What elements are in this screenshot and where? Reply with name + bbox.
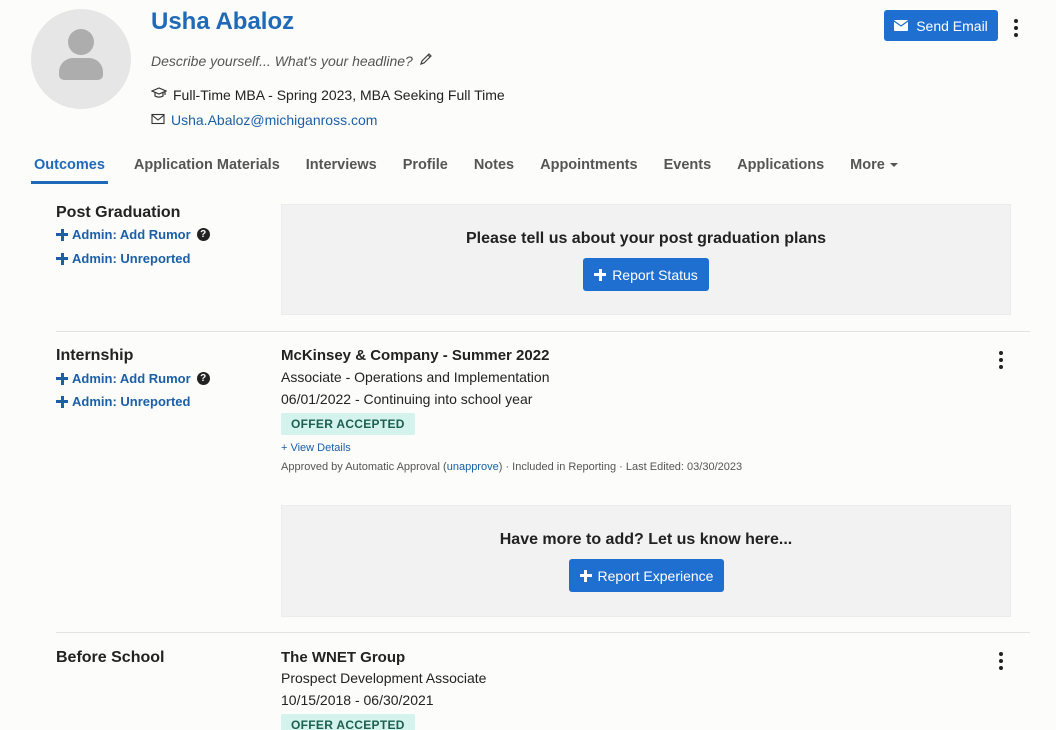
experience-role: Associate - Operations and Implementatio… — [281, 369, 550, 385]
status-badge: OFFER ACCEPTED — [281, 413, 415, 435]
section-divider — [56, 331, 1030, 332]
experience-dates: 06/01/2022 - Continuing into school year — [281, 391, 533, 407]
plus-icon — [56, 372, 68, 385]
headline-placeholder: Describe yourself... What's your headlin… — [151, 52, 413, 69]
tab-appointments[interactable]: Appointments — [540, 148, 637, 184]
post-graduation-prompt: Please tell us about your post graduatio… — [465, 230, 827, 247]
email-link[interactable]: Usha.Abaloz@michiganross.com — [171, 112, 377, 128]
more-experience-prompt-box: Have more to add? Let us know here... Re… — [281, 505, 1011, 617]
report-status-button[interactable]: Report Status — [583, 258, 709, 291]
program-line: Full-Time MBA - Spring 2023, MBA Seeking… — [150, 86, 505, 103]
admin-unreported-link[interactable]: Admin: Unreported — [56, 394, 190, 409]
headline-field[interactable]: Describe yourself... What's your headlin… — [151, 52, 433, 69]
avatar-head — [68, 29, 94, 55]
send-email-label: Send Email — [916, 17, 988, 34]
admin-add-rumor-link[interactable]: Admin: Add Rumor ? — [56, 371, 210, 386]
admin-add-rumor-label: Admin: Add Rumor — [72, 371, 191, 386]
tab-events[interactable]: Events — [664, 148, 712, 184]
envelope-icon — [151, 112, 165, 128]
report-experience-button[interactable]: Report Experience — [569, 559, 724, 592]
experience-kebab-menu-icon[interactable] — [996, 351, 1006, 369]
question-circle-icon[interactable]: ? — [196, 372, 210, 385]
tab-outcomes[interactable]: Outcomes — [31, 148, 108, 184]
admin-unreported-label: Admin: Unreported — [72, 251, 191, 266]
meta-prefix: Approved by Automatic Approval ( — [281, 461, 447, 473]
tab-more[interactable]: More — [850, 148, 898, 184]
admin-add-rumor-link[interactable]: Admin: Add Rumor ? — [56, 227, 210, 242]
tab-profile[interactable]: Profile — [403, 148, 448, 184]
section-divider — [56, 632, 1030, 633]
tab-applications[interactable]: Applications — [737, 148, 824, 184]
tab-notes[interactable]: Notes — [474, 148, 514, 184]
profile-name: Usha Abaloz — [151, 8, 295, 35]
question-circle-icon[interactable]: ? — [196, 228, 210, 241]
experience-title: McKinsey & Company - Summer 2022 — [281, 347, 550, 364]
view-details-link[interactable]: + View Details — [281, 442, 351, 454]
tab-more-label: More — [850, 157, 885, 173]
avatar — [31, 9, 131, 109]
avatar-body — [59, 58, 103, 80]
email-line: Usha.Abaloz@michiganross.com — [151, 112, 377, 128]
tab-interviews[interactable]: Interviews — [306, 148, 377, 184]
experience-title: The WNET Group — [281, 649, 406, 666]
report-status-label: Report Status — [612, 266, 698, 283]
experience-role: Prospect Development Associate — [281, 670, 487, 686]
caret-down-icon — [889, 163, 898, 168]
section-title-internship: Internship — [56, 347, 134, 364]
unapprove-link[interactable]: unapprove — [447, 461, 499, 473]
experience-dates: 10/15/2018 - 06/30/2021 — [281, 692, 434, 708]
more-experience-prompt: Have more to add? Let us know here... — [499, 531, 793, 548]
section-title-post-graduation: Post Graduation — [56, 204, 181, 221]
meta-suffix: ) · Included in Reporting · Last Edited:… — [498, 461, 743, 473]
section-title-before-school: Before School — [56, 649, 165, 666]
header-kebab-menu-icon[interactable] — [1011, 19, 1021, 37]
plus-icon — [56, 252, 68, 265]
admin-unreported-label: Admin: Unreported — [72, 394, 191, 409]
plus-icon — [579, 569, 592, 582]
plus-icon — [594, 268, 607, 281]
graduation-cap-icon — [150, 86, 168, 103]
tab-application-materials[interactable]: Application Materials — [134, 148, 280, 184]
report-experience-label: Report Experience — [597, 567, 714, 584]
pencil-icon[interactable] — [419, 52, 433, 69]
experience-meta: Approved by Automatic Approval (unapprov… — [281, 461, 742, 473]
status-badge: OFFER ACCEPTED — [281, 714, 415, 730]
tab-bar: Outcomes Application Materials Interview… — [31, 148, 898, 184]
admin-unreported-link[interactable]: Admin: Unreported — [56, 251, 190, 266]
envelope-icon — [893, 18, 909, 34]
program-text: Full-Time MBA - Spring 2023, MBA Seeking… — [173, 86, 505, 103]
admin-add-rumor-label: Admin: Add Rumor — [72, 227, 191, 242]
send-email-button[interactable]: Send Email — [884, 10, 998, 41]
plus-icon — [56, 228, 68, 241]
experience-kebab-menu-icon[interactable] — [996, 652, 1006, 670]
post-graduation-prompt-box: Please tell us about your post graduatio… — [281, 204, 1011, 315]
plus-icon — [56, 395, 68, 408]
